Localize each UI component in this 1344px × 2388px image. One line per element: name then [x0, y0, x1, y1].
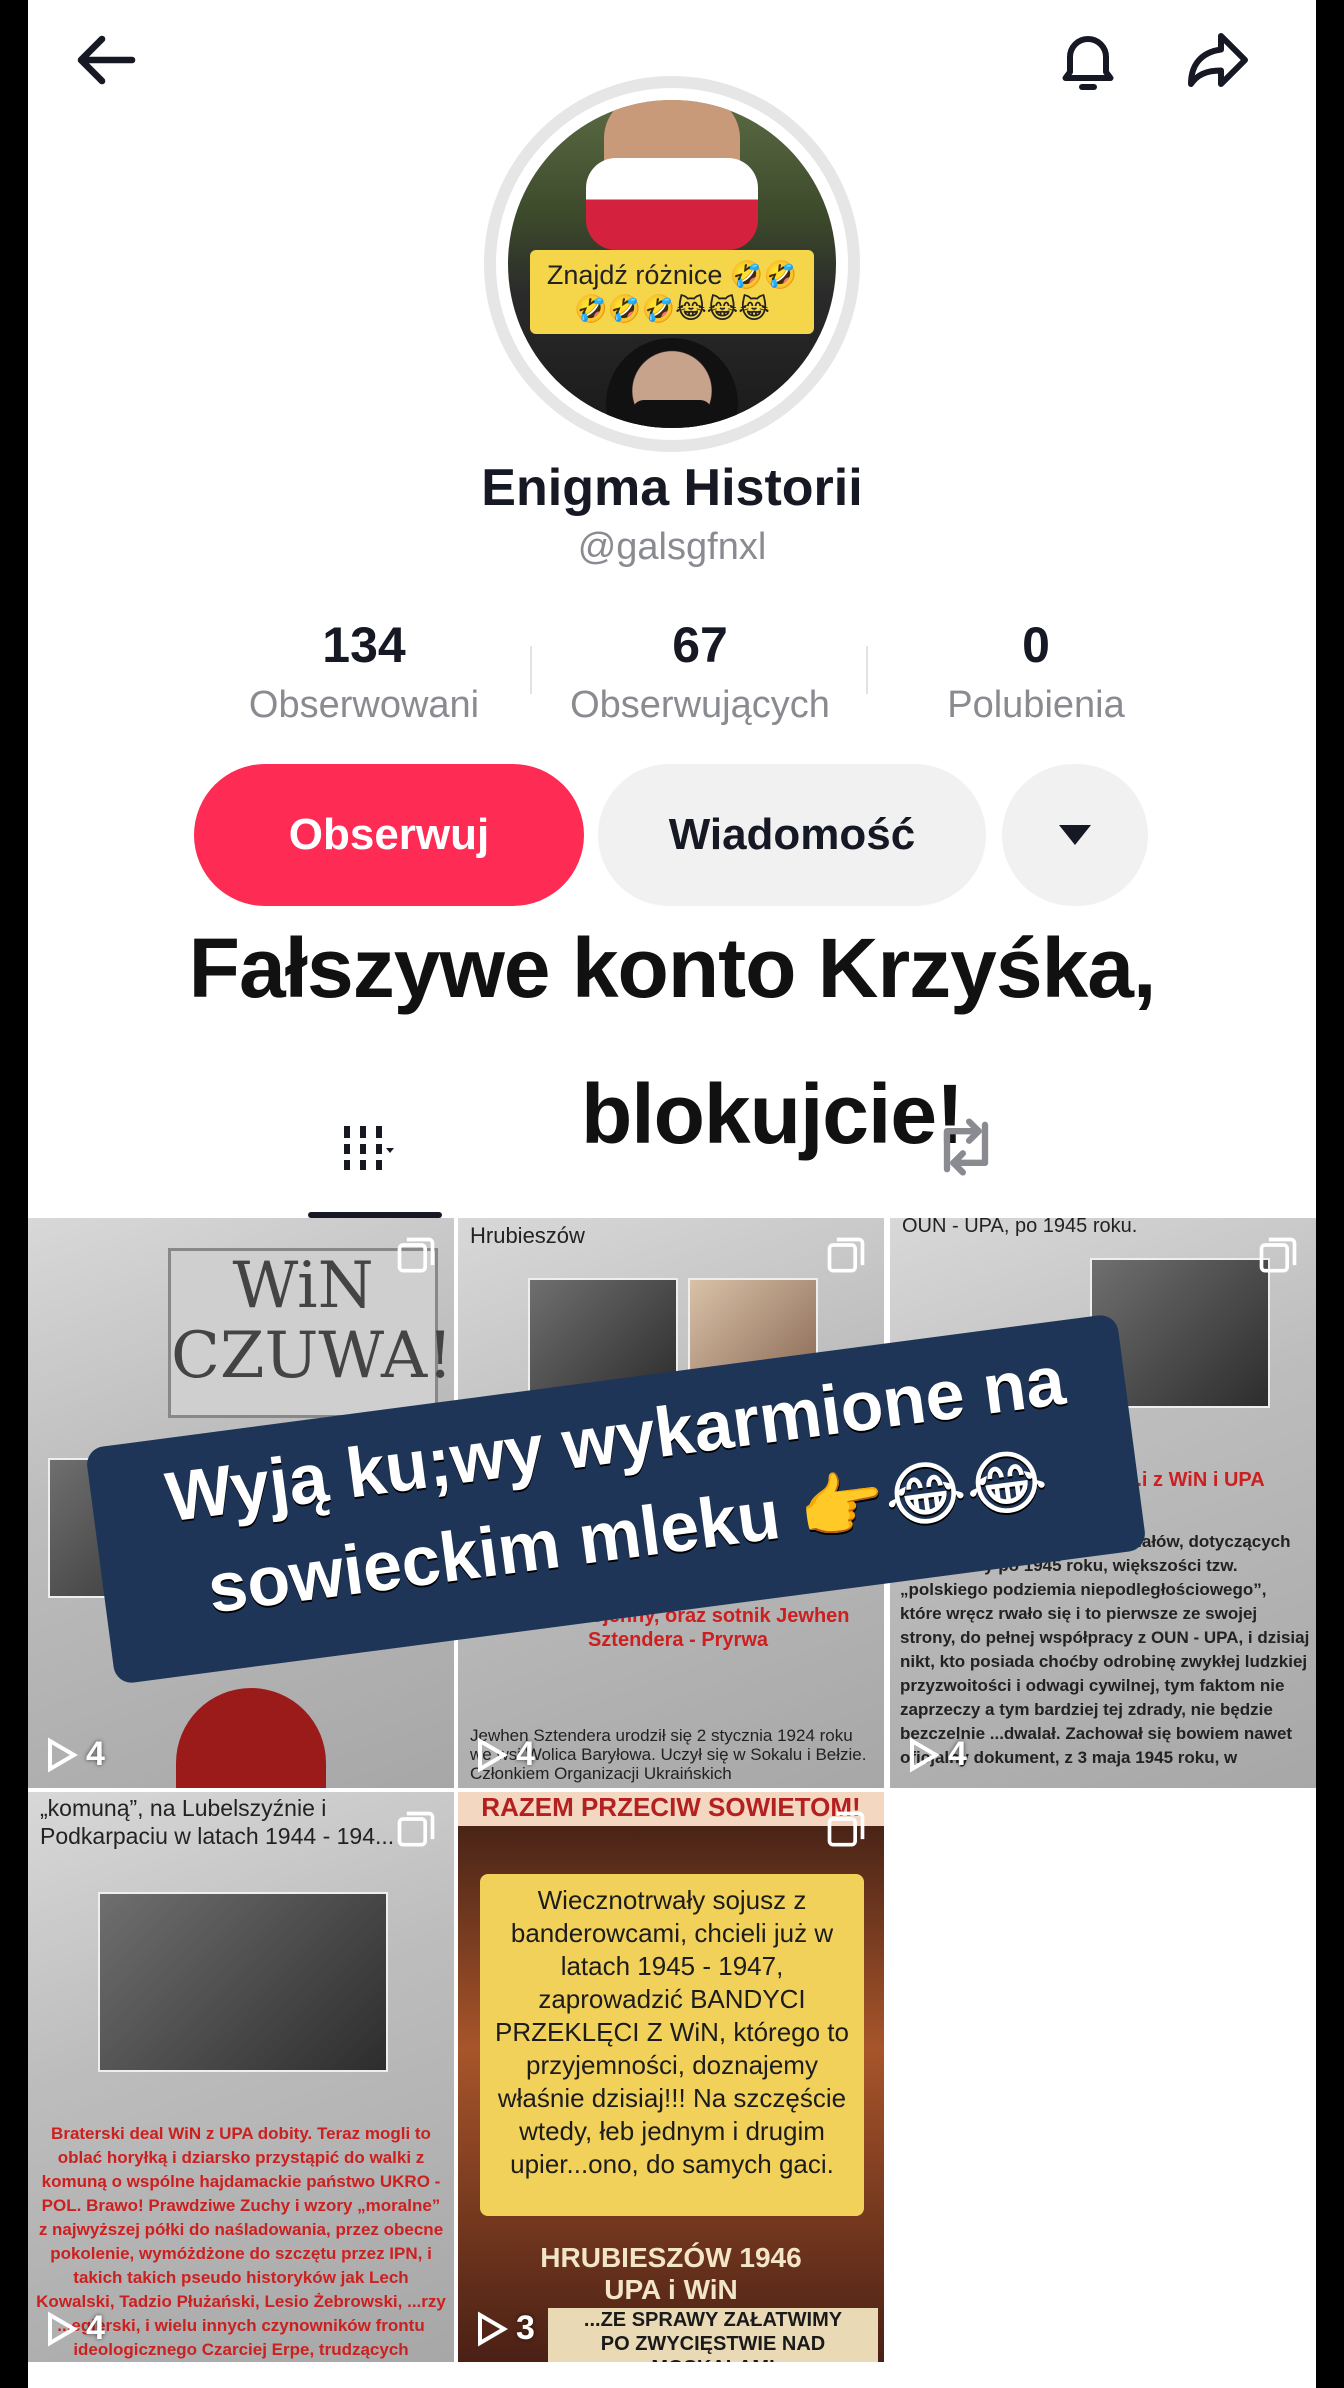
avatar-ring[interactable]: Znajdź różnice 🤣🤣 🤣🤣🤣😹😹😹 [484, 76, 860, 452]
notification-bell-button[interactable] [1048, 20, 1128, 100]
multi-photo-icon [827, 1811, 865, 1847]
avatar-black-mask [632, 400, 712, 428]
grid-icon [344, 1126, 394, 1170]
play-icon [478, 1737, 508, 1772]
play-count: 4 [46, 2309, 105, 2348]
profile-name: Enigma Historii [481, 459, 863, 517]
profile-screen: Znajdź różnice 🤣🤣 🤣🤣🤣😹😹😹 Enigma Historii… [28, 0, 1316, 2388]
multi-photo-icon [397, 1237, 435, 1273]
triangle-down-icon [1059, 825, 1091, 845]
play-count-value: 4 [516, 1735, 535, 1773]
stat-label: Obserwujących [570, 684, 830, 726]
tile-footer-line2: PO ZWYCIĘSTWIE NAD MOSKALAMI [600, 2333, 826, 2362]
stat-label: Polubienia [947, 684, 1125, 726]
play-count-value: 4 [86, 2309, 105, 2347]
bio-overlay-line1: Fałszywe konto Krzyśka, [188, 921, 1157, 1015]
play-count: 4 [476, 1735, 535, 1774]
tile-top-text: Hrubieszów [470, 1223, 585, 1248]
play-icon [48, 2311, 78, 2346]
repost-icon [943, 1118, 989, 1176]
play-icon [910, 1737, 940, 1772]
stat-following[interactable]: 134 Obserwowani [194, 616, 534, 727]
bio-overlay-line2: blokujcie! [580, 1067, 964, 1161]
avatar-caption-line2: 🤣🤣🤣😹😹😹 [574, 294, 770, 324]
stat-value: 134 [322, 617, 406, 673]
avatar-flag-mask [586, 158, 758, 250]
tile-yellow-box: Wiecznotrwały sojusz z banderowcami, chc… [480, 1874, 864, 2216]
avatar: Znajdź różnice 🤣🤣 🤣🤣🤣😹😹😹 [508, 100, 836, 428]
profile-handle: @galsgfnxl [577, 526, 767, 568]
play-icon [48, 1737, 78, 1772]
play-count: 4 [46, 1735, 105, 1774]
play-count: 3 [476, 2309, 535, 2348]
stat-likes[interactable]: 0 Polubienia [866, 616, 1206, 727]
tile-title-line2: UPA i WiN [604, 2274, 738, 2305]
tile-footer-line1: ...ZE SPRAWY ZAŁATWIMY [583, 2309, 843, 2331]
video-tile[interactable]: „komuną”, na Lubelszyźnie i Podkarpaciu … [28, 1792, 454, 2362]
message-button[interactable]: Wiadomość [598, 764, 986, 906]
tile-title: HRUBIESZÓW 1946 UPA i WiN [458, 2242, 884, 2306]
tile-title-line1: HRUBIESZÓW 1946 [540, 2242, 802, 2273]
tile-top-text: OUN - UPA, po 1945 roku. [902, 1218, 1138, 1237]
play-count-value: 4 [86, 1735, 105, 1773]
arrow-left-icon [77, 35, 136, 85]
avatar-caption: Znajdź różnice 🤣🤣 🤣🤣🤣😹😹😹 [530, 250, 814, 334]
back-button[interactable] [68, 20, 148, 100]
tile-banner: RAZEM PRZECIW SOWIETOM! [458, 1792, 884, 1826]
multi-photo-icon [1259, 1237, 1297, 1273]
follow-button[interactable]: Obserwuj [194, 764, 584, 906]
tile-footer: ...ZE SPRAWY ZAŁATWIMY PO ZWYCIĘSTWIE NA… [548, 2308, 878, 2362]
share-button[interactable] [1178, 20, 1258, 100]
multi-photo-icon [827, 1237, 865, 1273]
play-icon [478, 2311, 508, 2346]
tile-emblem [176, 1688, 326, 1788]
stat-followers[interactable]: 67 Obserwujących [530, 616, 870, 727]
tab-videos[interactable] [338, 1118, 398, 1178]
avatar-caption-line1: Znajdź różnice 🤣🤣 [546, 260, 798, 290]
tab-reposts[interactable] [928, 1112, 1008, 1182]
play-count-value: 4 [948, 1735, 967, 1773]
stat-value: 67 [672, 617, 728, 673]
tile-photo [98, 1892, 388, 2072]
more-options-button[interactable] [1002, 764, 1148, 906]
video-tile[interactable]: RAZEM PRZECIW SOWIETOM! Wiecznotrwały so… [458, 1792, 884, 2362]
share-arrow-icon [1188, 33, 1248, 87]
bell-icon [1062, 36, 1114, 90]
tile-top-text: „komuną”, na Lubelszyźnie i Podkarpaciu … [40, 1795, 395, 1849]
play-count-value: 3 [516, 2309, 535, 2347]
stat-value: 0 [1022, 617, 1050, 673]
multi-photo-icon [397, 1811, 435, 1847]
play-count: 4 [908, 1735, 967, 1774]
stat-label: Obserwowani [248, 684, 480, 726]
